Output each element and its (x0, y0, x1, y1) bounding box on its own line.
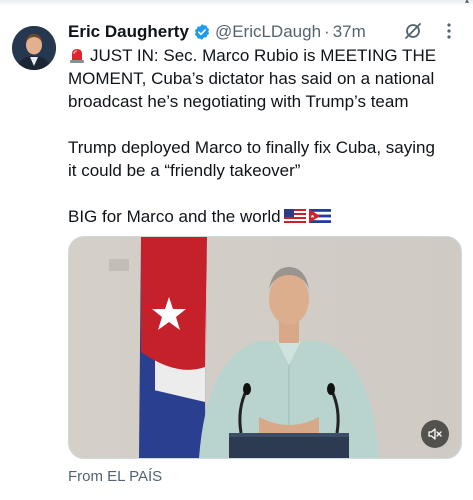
video-player[interactable] (68, 236, 462, 459)
tweet-line-6: BIG for Marco and the world (68, 205, 468, 228)
cuba-flag (139, 237, 207, 458)
avatar[interactable] (12, 26, 56, 70)
tweet-header: Eric Daugherty @EricLDaugh · 37m (68, 21, 463, 43)
siren-emoji (70, 49, 84, 63)
tweet-line-4: Trump deployed Marco to finally fix Cuba… (68, 138, 435, 157)
tweet-line-2: MOMENT, Cuba’s dictator has said on a na… (68, 69, 435, 88)
tweet-text: JUST IN: Sec. Marco Rubio is MEETING THE… (68, 44, 468, 228)
separator-dot: · (324, 22, 330, 41)
video-frame (69, 237, 461, 458)
us-flag-emoji (283, 209, 306, 223)
more-options-icon[interactable] (439, 21, 459, 41)
tweet-line-1: JUST IN: Sec. Marco Rubio is MEETING THE (68, 44, 468, 67)
line6-text: BIG for Marco and the world (68, 207, 281, 226)
author-name[interactable]: Eric Daugherty (68, 22, 189, 42)
mute-icon (428, 428, 442, 440)
post-time[interactable]: 37m (333, 22, 366, 42)
media-source[interactable]: From EL PAÍS (68, 468, 162, 485)
line1-text: JUST IN: Sec. Marco Rubio is MEETING THE (90, 46, 437, 65)
cuba-flag-emoji (308, 209, 331, 223)
mute-button[interactable] (421, 420, 449, 448)
top-edge: ▴ (0, 0, 473, 6)
caret-icon: ▴ (464, 0, 469, 5)
tweet-line-3: broadcast he’s negotiating with Trump’s … (68, 92, 409, 111)
verified-badge-icon (194, 24, 209, 40)
grok-icon[interactable] (403, 21, 423, 41)
tweet-line-5: it could be a “friendly takeover” (68, 161, 301, 180)
author-handle[interactable]: @EricLDaugh (215, 22, 321, 42)
